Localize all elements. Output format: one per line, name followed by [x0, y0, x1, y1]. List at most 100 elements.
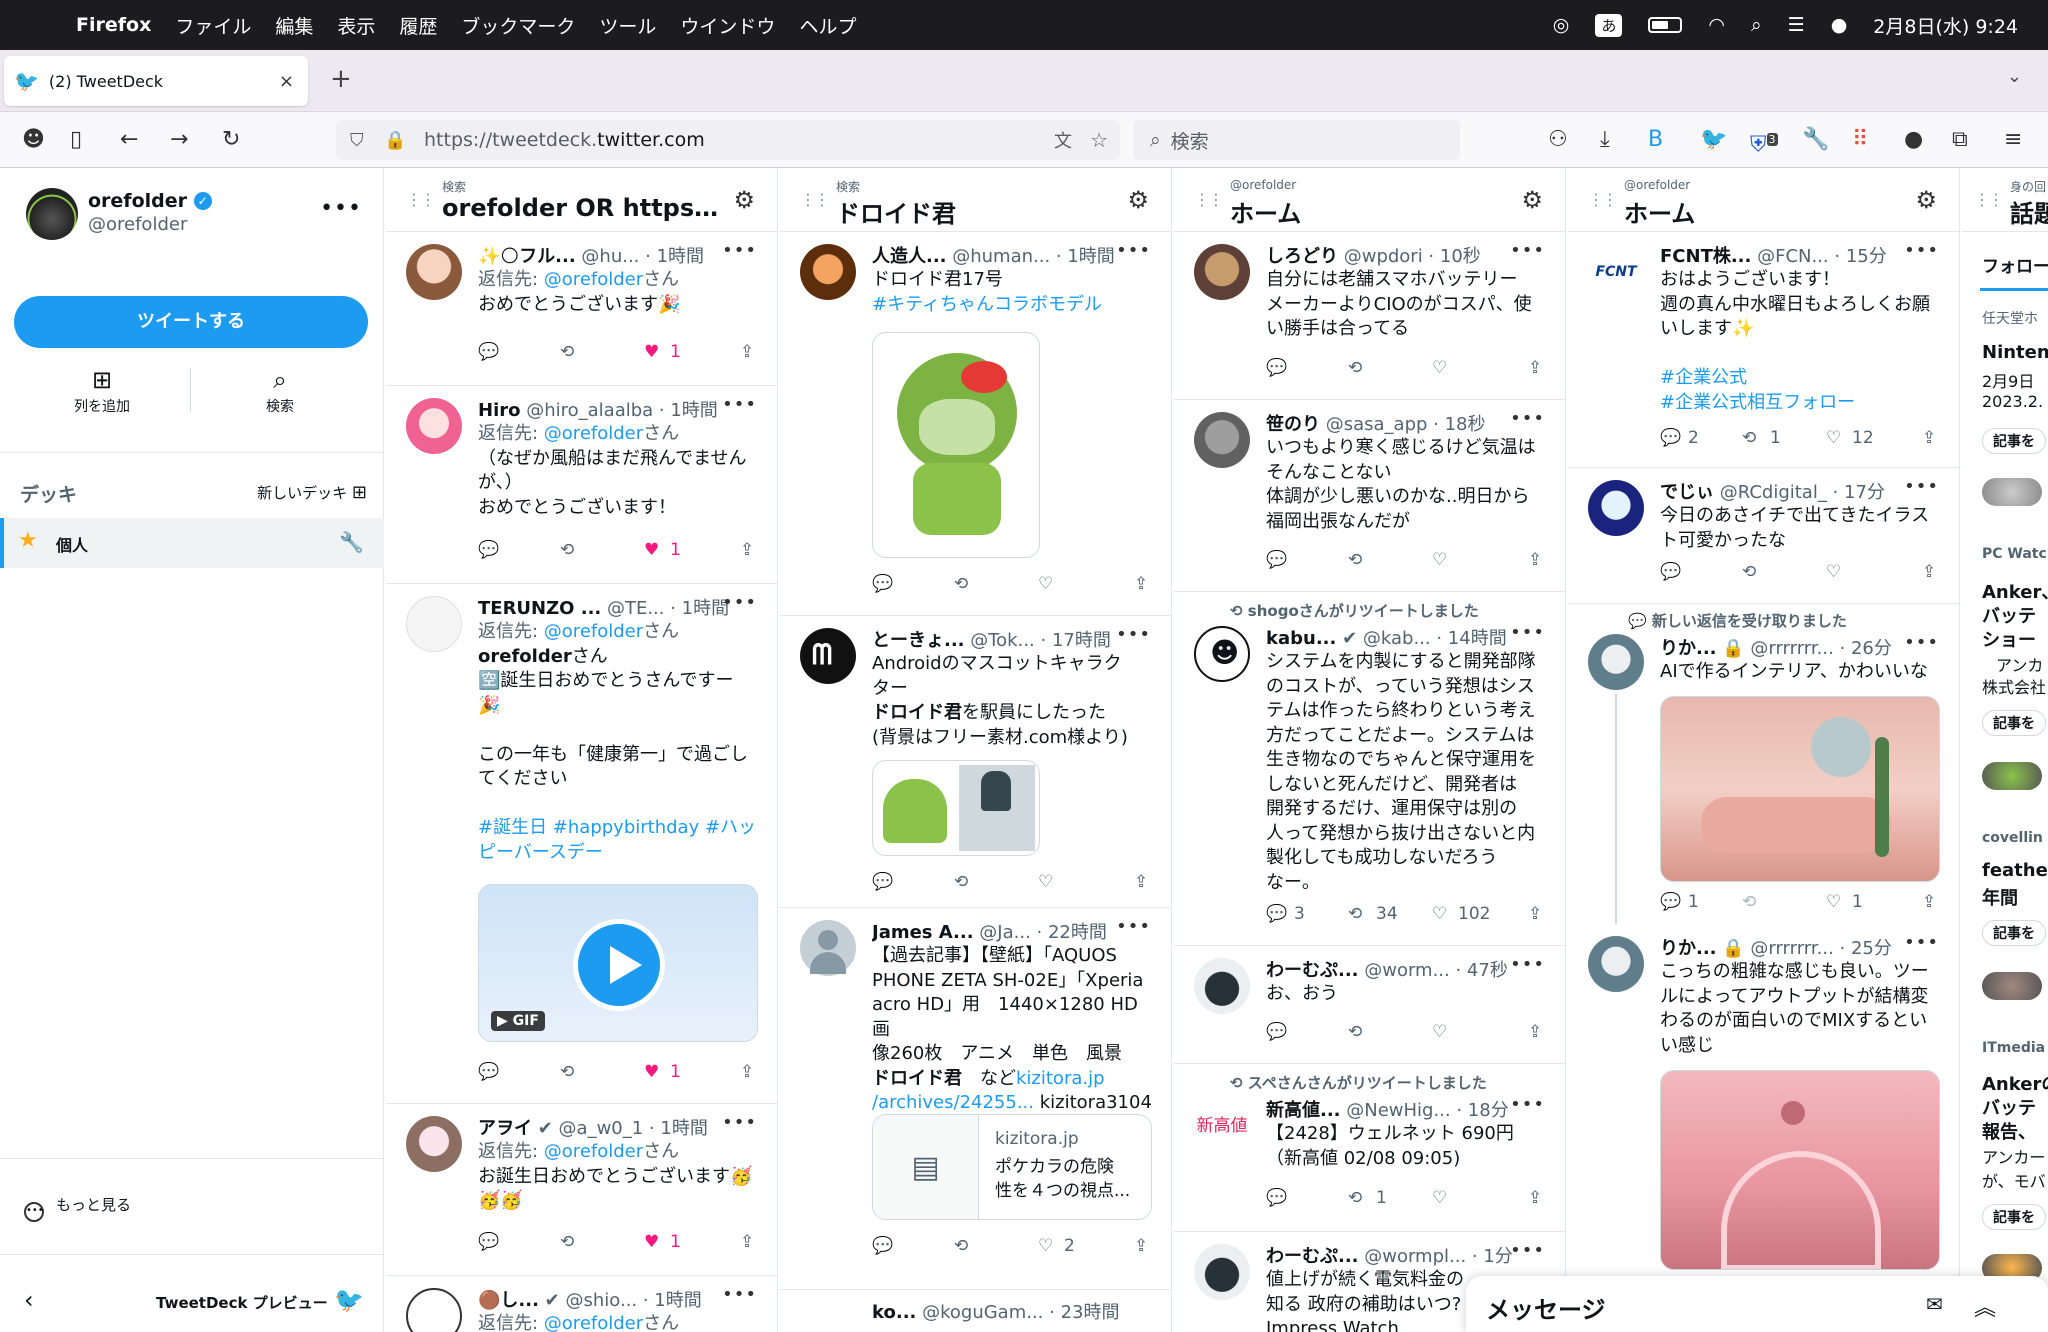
trend-title[interactable]: Ninten	[1982, 342, 2048, 363]
avatar[interactable]	[1588, 634, 1644, 690]
more-options-icon[interactable]: •••	[1510, 240, 1545, 261]
account-avatar-icon[interactable]: ☻	[22, 126, 45, 154]
reply-icon[interactable]: 💬	[1266, 550, 1287, 570]
share-icon[interactable]: ⇪	[1528, 904, 1542, 924]
avatar[interactable]	[406, 244, 462, 300]
share-icon[interactable]: ⇪	[1528, 1022, 1542, 1042]
reply-icon[interactable]: 💬	[1660, 892, 1681, 912]
column-header[interactable]: ⋮⋮ @orefolder ホーム ⚙	[1568, 168, 1959, 232]
menu-app-name[interactable]: Firefox	[76, 14, 151, 36]
avatar[interactable]	[26, 188, 78, 240]
more-button[interactable]: ••• もっと見る	[24, 1194, 131, 1222]
like-icon[interactable]: ♥	[644, 1232, 659, 1252]
sidebar-toggle-icon[interactable]: ▯	[70, 126, 82, 154]
menu-window[interactable]: ウインドウ	[680, 12, 775, 39]
wrench-icon[interactable]: 🔧	[339, 530, 364, 554]
reply-icon[interactable]: 💬	[1266, 1188, 1287, 1208]
share-icon[interactable]: ⇪	[740, 1062, 754, 1082]
profile-manager-icon[interactable]: ⚇	[1548, 126, 1568, 154]
avatar[interactable]	[1588, 936, 1644, 992]
bitwarden-icon[interactable]: ⛨ 3	[1750, 126, 1778, 159]
share-icon[interactable]: ⇪	[1922, 892, 1936, 912]
share-icon[interactable]: ⇪	[1922, 562, 1936, 582]
tweet-item[interactable]: ko... @koguGam... · 23時間	[780, 1290, 1171, 1332]
url-text[interactable]: https://tweetdeck.twitter.com	[424, 129, 705, 151]
like-icon[interactable]: ♡	[1826, 892, 1841, 912]
menubar-clock[interactable]: 2月8日(水) 9:24	[1873, 12, 2018, 39]
collapse-chevron-icon[interactable]: ‹	[24, 1286, 34, 1314]
avatar[interactable]	[800, 920, 856, 976]
avatar[interactable]	[1194, 1244, 1250, 1300]
forward-arrow-icon[interactable]: →	[170, 126, 188, 154]
more-options-icon[interactable]: •••	[722, 592, 757, 613]
play-button-icon[interactable]	[573, 919, 665, 1011]
share-icon[interactable]: ⇪	[1134, 1236, 1148, 1256]
article-button[interactable]: 記事を	[1982, 1204, 2046, 1230]
like-icon[interactable]: ♡	[1432, 358, 1447, 378]
battery-icon[interactable]	[1648, 17, 1683, 33]
like-icon[interactable]: ♡	[1432, 550, 1447, 570]
reply-icon[interactable]: 💬	[1660, 428, 1681, 448]
tweet-item[interactable]: でじぃ @RCdigital_ · 17分 ••• 今日のあさイチで出てきたイラ…	[1568, 468, 1959, 604]
add-column-button[interactable]: ⊞ 列を追加	[42, 366, 162, 416]
like-icon[interactable]: ♥	[644, 342, 659, 362]
more-options-icon[interactable]: •••	[1510, 408, 1545, 429]
more-options-icon[interactable]: •••	[1116, 240, 1151, 261]
downloads-icon[interactable]: ⤓	[1600, 126, 1610, 154]
menu-tools[interactable]: ツール	[599, 12, 656, 39]
retweet-icon[interactable]: ⟲	[1348, 358, 1362, 378]
tweet-item[interactable]: 人造人... @human... · 1時間 ••• ドロイド君17号 #キティ…	[780, 232, 1171, 616]
follow-tab[interactable]: フォロー	[1982, 252, 2048, 277]
wifi-icon[interactable]: ◠	[1708, 14, 1725, 36]
translate-icon[interactable]: 文	[1054, 127, 1072, 153]
tweet-item[interactable]: ✨🌕フル... @hu... · 1時間 ••• 返信先: @orefolder…	[386, 232, 777, 386]
share-icon[interactable]: ⇪	[740, 342, 754, 362]
like-icon[interactable]: ♡	[1038, 872, 1053, 892]
like-icon[interactable]: ♡	[1432, 1022, 1447, 1042]
tweet-item[interactable]: アヲイ ✔ @a_w0_1 · 1時間 ••• 返信先: @orefolderさ…	[386, 1104, 777, 1276]
messages-drawer[interactable]: メッセージ ✉ ︽	[1466, 1276, 2048, 1332]
avatar[interactable]	[800, 1302, 856, 1332]
drag-handle-icon[interactable]: ⋮⋮	[1974, 190, 2004, 209]
reply-icon[interactable]: 💬	[478, 342, 499, 362]
drag-handle-icon[interactable]: ⋮⋮	[1588, 190, 1618, 209]
column-header[interactable]: ⋮⋮ @orefolder ホーム ⚙	[1174, 168, 1565, 232]
tweet-item[interactable]: FCNT FCNT株... @FCN... · 15分 ••• おはようございま…	[1568, 232, 1959, 468]
trend-title[interactable]: Anker、	[1982, 578, 2048, 604]
retweet-icon[interactable]: ⟲	[1742, 562, 1756, 582]
share-icon[interactable]: ⇪	[1134, 872, 1148, 892]
more-options-icon[interactable]: •••	[1510, 1094, 1545, 1115]
creative-cloud-icon[interactable]: ◎	[1553, 14, 1570, 36]
hamburger-menu-icon[interactable]: ≡	[2004, 126, 2022, 154]
retweet-icon[interactable]: ⟲	[1348, 1022, 1362, 1042]
spotlight-search-icon[interactable]: ⌕	[1751, 14, 1762, 36]
share-icon[interactable]: ⇪	[1528, 1188, 1542, 1208]
tweet-item[interactable]: 🟤し... ✔ @shio... · 1時間 ••• 返信先: @orefold…	[386, 1276, 777, 1332]
reply-icon[interactable]: 💬	[1660, 562, 1681, 582]
like-icon[interactable]: ♥	[644, 1062, 659, 1082]
article-button[interactable]: 記事を	[1982, 920, 2046, 946]
drag-handle-icon[interactable]: ⋮⋮	[406, 190, 436, 209]
search-input[interactable]: ⌕ 検索	[1134, 120, 1460, 160]
url-bar[interactable]: ⛉ 🔒 https://tweetdeck.twitter.com 文 ☆	[336, 120, 1120, 160]
menu-file[interactable]: ファイル	[175, 12, 251, 39]
reply-icon[interactable]: 💬	[872, 1236, 893, 1256]
dark-mode-icon[interactable]: ●	[1904, 126, 1923, 154]
more-options-icon[interactable]: •••	[320, 196, 362, 221]
search-button[interactable]: ⌕ 検索	[220, 366, 340, 416]
share-icon[interactable]: ⇪	[1134, 574, 1148, 594]
avatar[interactable]	[1194, 244, 1250, 300]
share-icon[interactable]: ⇪	[740, 1232, 754, 1252]
like-icon[interactable]: ♥	[644, 540, 659, 560]
tweet-item[interactable]: りか... 🔒 @rrrrrrr... · 25分 ••• こっちの粗雑な感じも…	[1568, 918, 1959, 1332]
retweet-icon[interactable]: ⟲	[1348, 550, 1362, 570]
more-options-icon[interactable]: •••	[722, 240, 757, 261]
tweet-item[interactable]: ⟲ スペさんさんがリツイートしました 新高値 新高値... @NewHig...…	[1174, 1064, 1565, 1232]
back-arrow-icon[interactable]: ←	[120, 126, 138, 154]
menu-help[interactable]: ヘルプ	[799, 12, 856, 39]
tweet-item[interactable]: James A... @Ja... · 22時間 ••• 【過去記事】【壁紙】「…	[780, 908, 1171, 1290]
reply-icon[interactable]: 💬	[1266, 358, 1287, 378]
article-button[interactable]: 記事を	[1982, 710, 2046, 736]
tweet-button[interactable]: ツイートする	[14, 296, 368, 348]
tweet-image-droid-kitty[interactable]	[872, 332, 1040, 558]
